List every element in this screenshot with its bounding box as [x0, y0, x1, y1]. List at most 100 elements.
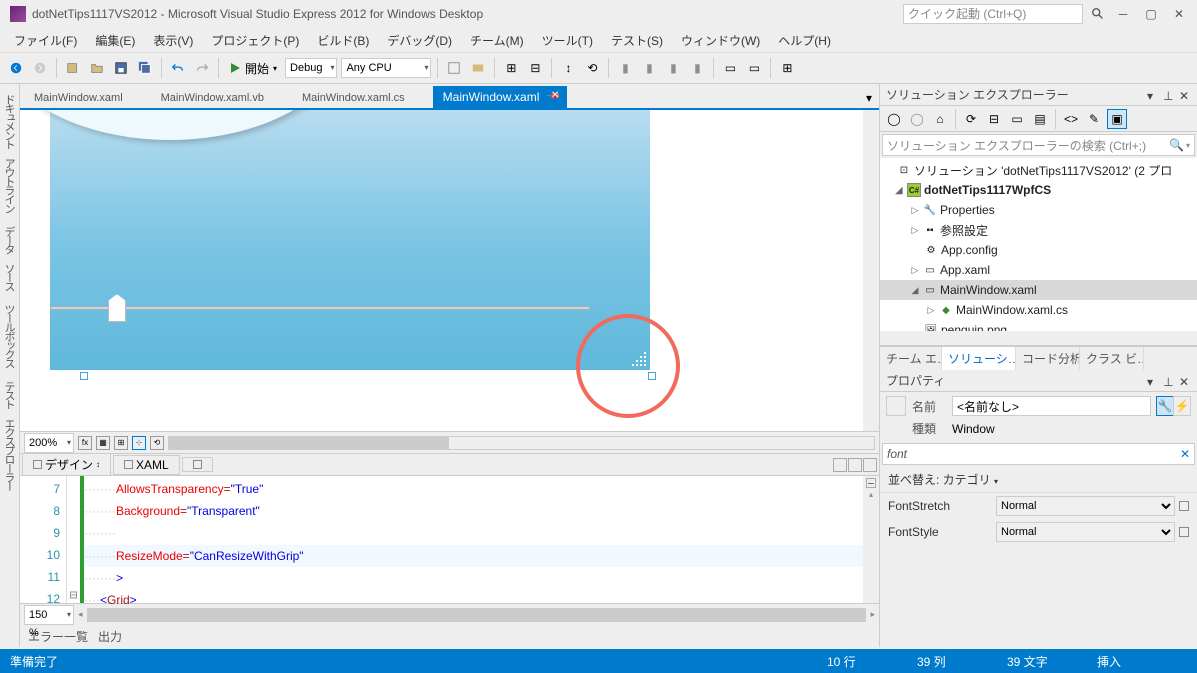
design-tab[interactable]: デザイン↕ — [22, 453, 111, 476]
property-marker[interactable] — [1179, 527, 1189, 537]
output-tab[interactable]: 出力 — [98, 628, 122, 645]
quick-launch-input[interactable]: クイック起動 (Ctrl+Q) — [903, 4, 1083, 24]
designer-hscroll[interactable] — [168, 436, 875, 450]
snaplines-icon[interactable]: ⊹ — [132, 436, 146, 450]
tree-item[interactable]: ▷▭App.xaml — [880, 260, 1197, 280]
tree-item-selected[interactable]: ◢▭MainWindow.xaml — [880, 280, 1197, 300]
preview-icon[interactable]: ▣ — [1107, 109, 1127, 129]
refresh-icon[interactable]: ⟳ — [961, 109, 981, 129]
menu-team[interactable]: チーム(M) — [462, 30, 532, 51]
refresh-icon[interactable]: ⟲ — [150, 436, 164, 450]
new-project-button[interactable] — [63, 58, 83, 78]
property-marker[interactable] — [1179, 501, 1189, 511]
tab-team[interactable]: チーム エ… — [880, 347, 942, 370]
doc-tab[interactable]: MainWindow.xaml.vb — [151, 88, 292, 108]
zoom-dropdown[interactable]: 200% — [24, 433, 74, 453]
collapse-icon[interactable]: ⊟ — [984, 109, 1004, 129]
designer-icon[interactable]: ✎ — [1084, 109, 1104, 129]
close-button[interactable]: ✕ — [1165, 4, 1193, 24]
back-button[interactable] — [6, 58, 26, 78]
maximize-button[interactable]: ▢ — [1137, 4, 1165, 24]
properties-icon[interactable]: ▤ — [1030, 109, 1050, 129]
window-preview[interactable] — [50, 110, 650, 370]
menu-help[interactable]: ヘルプ(H) — [770, 30, 839, 51]
close-icon[interactable]: ✕ — [1179, 375, 1191, 387]
side-tab-datasource[interactable]: データ ソース — [0, 220, 19, 296]
designer-surface[interactable] — [20, 108, 879, 431]
doc-tab[interactable]: MainWindow.xaml.cs — [292, 88, 433, 108]
property-search[interactable]: font ✕ — [882, 443, 1195, 465]
doc-tab-active[interactable]: MainWindow.xaml📌 — [433, 86, 568, 108]
tb-icon-3[interactable]: ⊞ — [501, 58, 521, 78]
menu-window[interactable]: ウィンドウ(W) — [673, 30, 768, 51]
xaml-tab[interactable]: XAML — [113, 455, 180, 475]
tb-icon-12[interactable]: ▭ — [744, 58, 764, 78]
home-icon[interactable]: ⌂ — [930, 109, 950, 129]
tb-icon-13[interactable]: ⊞ — [777, 58, 797, 78]
tree-item[interactable]: ▷◆MainWindow.xaml.cs — [880, 300, 1197, 320]
side-tab-testexplorer[interactable]: テスト エクスプローラー — [0, 375, 19, 496]
tree-item[interactable]: ▷▪▪参照設定 — [880, 220, 1197, 240]
side-tab-toolbox[interactable]: ツールボックス — [0, 298, 19, 373]
tb-icon-9[interactable]: ▮ — [663, 58, 683, 78]
code-hscroll[interactable] — [87, 608, 867, 622]
side-tab-outline[interactable]: ドキュメント アウトライン — [0, 88, 19, 218]
slider-track[interactable] — [50, 306, 590, 310]
project-node[interactable]: ◢C#dotNetTips1117WpfCS — [880, 180, 1197, 200]
start-debug-button[interactable]: 開始 ▾ — [225, 60, 281, 77]
showall-icon[interactable]: ▭ — [1007, 109, 1027, 129]
fold-column[interactable]: ⊟ — [66, 476, 80, 603]
selection-handle[interactable] — [648, 372, 656, 380]
name-input[interactable] — [952, 396, 1151, 416]
tb-icon-2[interactable] — [468, 58, 488, 78]
code-icon[interactable]: <> — [1061, 109, 1081, 129]
tb-icon-7[interactable]: ▮ — [615, 58, 635, 78]
dropdown-icon[interactable]: ▾ — [1147, 89, 1159, 101]
redo-button[interactable] — [192, 58, 212, 78]
tb-icon-8[interactable]: ▮ — [639, 58, 659, 78]
menu-edit[interactable]: 編集(E) — [87, 30, 143, 51]
code-vscroll[interactable]: ─ ▴ — [863, 476, 879, 603]
selection-handle[interactable] — [80, 372, 88, 380]
tab-solution[interactable]: ソリューシ… — [942, 347, 1016, 370]
pin-icon[interactable]: ⊥ — [1163, 89, 1175, 101]
split-v-icon[interactable] — [848, 458, 862, 472]
tb-icon-10[interactable]: ▮ — [687, 58, 707, 78]
fontstyle-select[interactable]: Normal — [996, 522, 1175, 542]
solution-tree[interactable]: ⊡ソリューション 'dotNetTips1117VS2012' (2 プロ ◢C… — [880, 158, 1197, 346]
fontstretch-select[interactable]: Normal — [996, 496, 1175, 516]
fwd-icon[interactable]: ◯ — [907, 109, 927, 129]
slider-thumb[interactable] — [108, 294, 126, 322]
wrench-icon[interactable]: 🔧 — [1156, 396, 1174, 416]
solution-search[interactable]: ソリューション エクスプローラーの検索 (Ctrl+;) 🔍▾ — [882, 134, 1195, 156]
tab-overflow[interactable]: ▾ — [859, 88, 879, 108]
platform-dropdown[interactable]: Any CPU — [341, 58, 431, 78]
snap-icon[interactable]: ⊞ — [114, 436, 128, 450]
sort-dropdown[interactable]: 並べ替え: カテゴリ ▾ — [880, 467, 1197, 492]
menu-file[interactable]: ファイル(F) — [6, 30, 85, 51]
tb-icon-4[interactable]: ⊟ — [525, 58, 545, 78]
code-content[interactable]: ········AllowsTransparency="True" ······… — [84, 476, 863, 603]
doc-tab[interactable]: MainWindow.xaml — [24, 88, 151, 108]
tab-codeanalysis[interactable]: コード分析 — [1016, 347, 1080, 370]
clear-icon[interactable]: ✕ — [1180, 447, 1190, 461]
menu-test[interactable]: テスト(S) — [603, 30, 671, 51]
config-dropdown[interactable]: Debug — [285, 58, 337, 78]
close-icon[interactable]: ✕ — [1179, 89, 1191, 101]
dropdown-icon[interactable]: ▾ — [1147, 375, 1159, 387]
code-zoom[interactable]: 150 % — [24, 605, 74, 625]
save-button[interactable] — [111, 58, 131, 78]
tree-item[interactable]: ▷🔧Properties — [880, 200, 1197, 220]
forward-button[interactable] — [30, 58, 50, 78]
save-all-button[interactable] — [135, 58, 155, 78]
split-h-icon[interactable] — [833, 458, 847, 472]
split-icon[interactable]: ─ — [866, 478, 876, 488]
effects-icon[interactable]: fx — [78, 436, 92, 450]
events-icon[interactable]: ⚡ — [1173, 396, 1191, 416]
pin-icon[interactable]: 📌 — [546, 89, 562, 105]
doc-outline-btn[interactable] — [182, 457, 213, 472]
xaml-editor[interactable]: 789 101112 ⊟ ········AllowsTransparency=… — [20, 475, 879, 603]
tb-icon-11[interactable]: ▭ — [720, 58, 740, 78]
collapse-icon[interactable] — [863, 458, 877, 472]
open-button[interactable] — [87, 58, 107, 78]
